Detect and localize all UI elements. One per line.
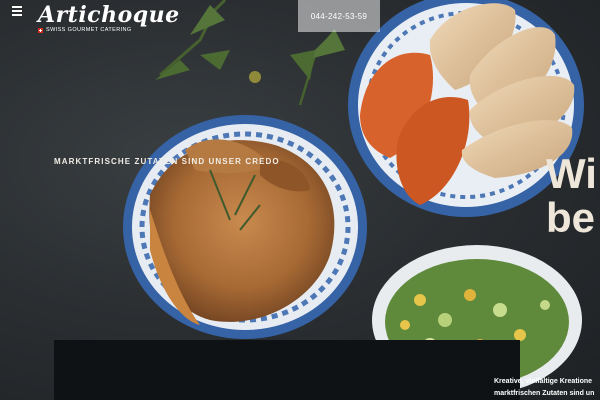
chicken-plate xyxy=(123,115,367,339)
swiss-flag-icon xyxy=(38,27,43,33)
logo-tagline: Swiss Gourmet Catering xyxy=(46,27,132,33)
hero-eyebrow: Marktfrische Zutaten sind unser Credo xyxy=(54,157,280,166)
logo[interactable]: Artichoque Swiss Gourmet Catering xyxy=(38,2,180,33)
logo-text: Artichoque xyxy=(38,2,180,28)
hero-description-line: marktfrischen Zutaten sind un xyxy=(494,390,595,397)
content-panel xyxy=(54,340,520,400)
hero-heading-line: Wi xyxy=(546,150,597,197)
hamburger-menu-icon[interactable] xyxy=(12,6,22,16)
phone-button[interactable]: 044-242-53-59 xyxy=(298,0,380,32)
menu-line xyxy=(12,10,22,12)
hero-description: Kreative, vielfältige Kreatione marktfri… xyxy=(494,376,594,400)
hero-description-line: Kreative, vielfältige Kreatione xyxy=(494,378,593,385)
hero-heading: Wi be xyxy=(546,152,597,240)
menu-line xyxy=(12,14,22,16)
menu-line xyxy=(12,6,22,8)
hero-heading-line: be xyxy=(546,194,596,241)
